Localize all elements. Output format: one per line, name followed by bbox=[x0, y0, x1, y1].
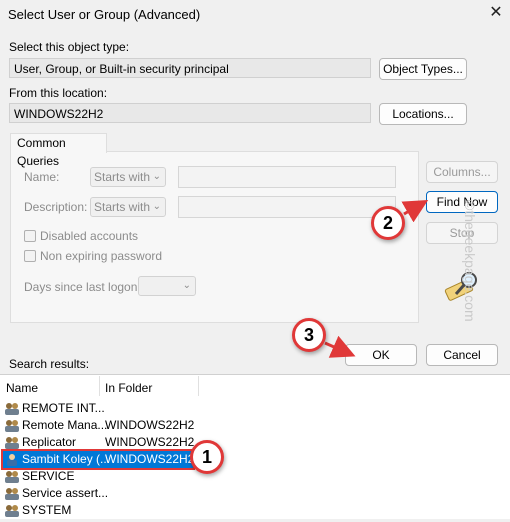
arrow-3 bbox=[324, 335, 356, 358]
callout-3: 3 bbox=[292, 318, 326, 352]
arrow-2 bbox=[401, 199, 429, 223]
callout-1: 1 bbox=[190, 440, 224, 474]
annotation-arrows bbox=[193, 199, 429, 460]
callout-2: 2 bbox=[371, 206, 405, 240]
watermark: ©thegeekpage.com bbox=[462, 200, 478, 322]
